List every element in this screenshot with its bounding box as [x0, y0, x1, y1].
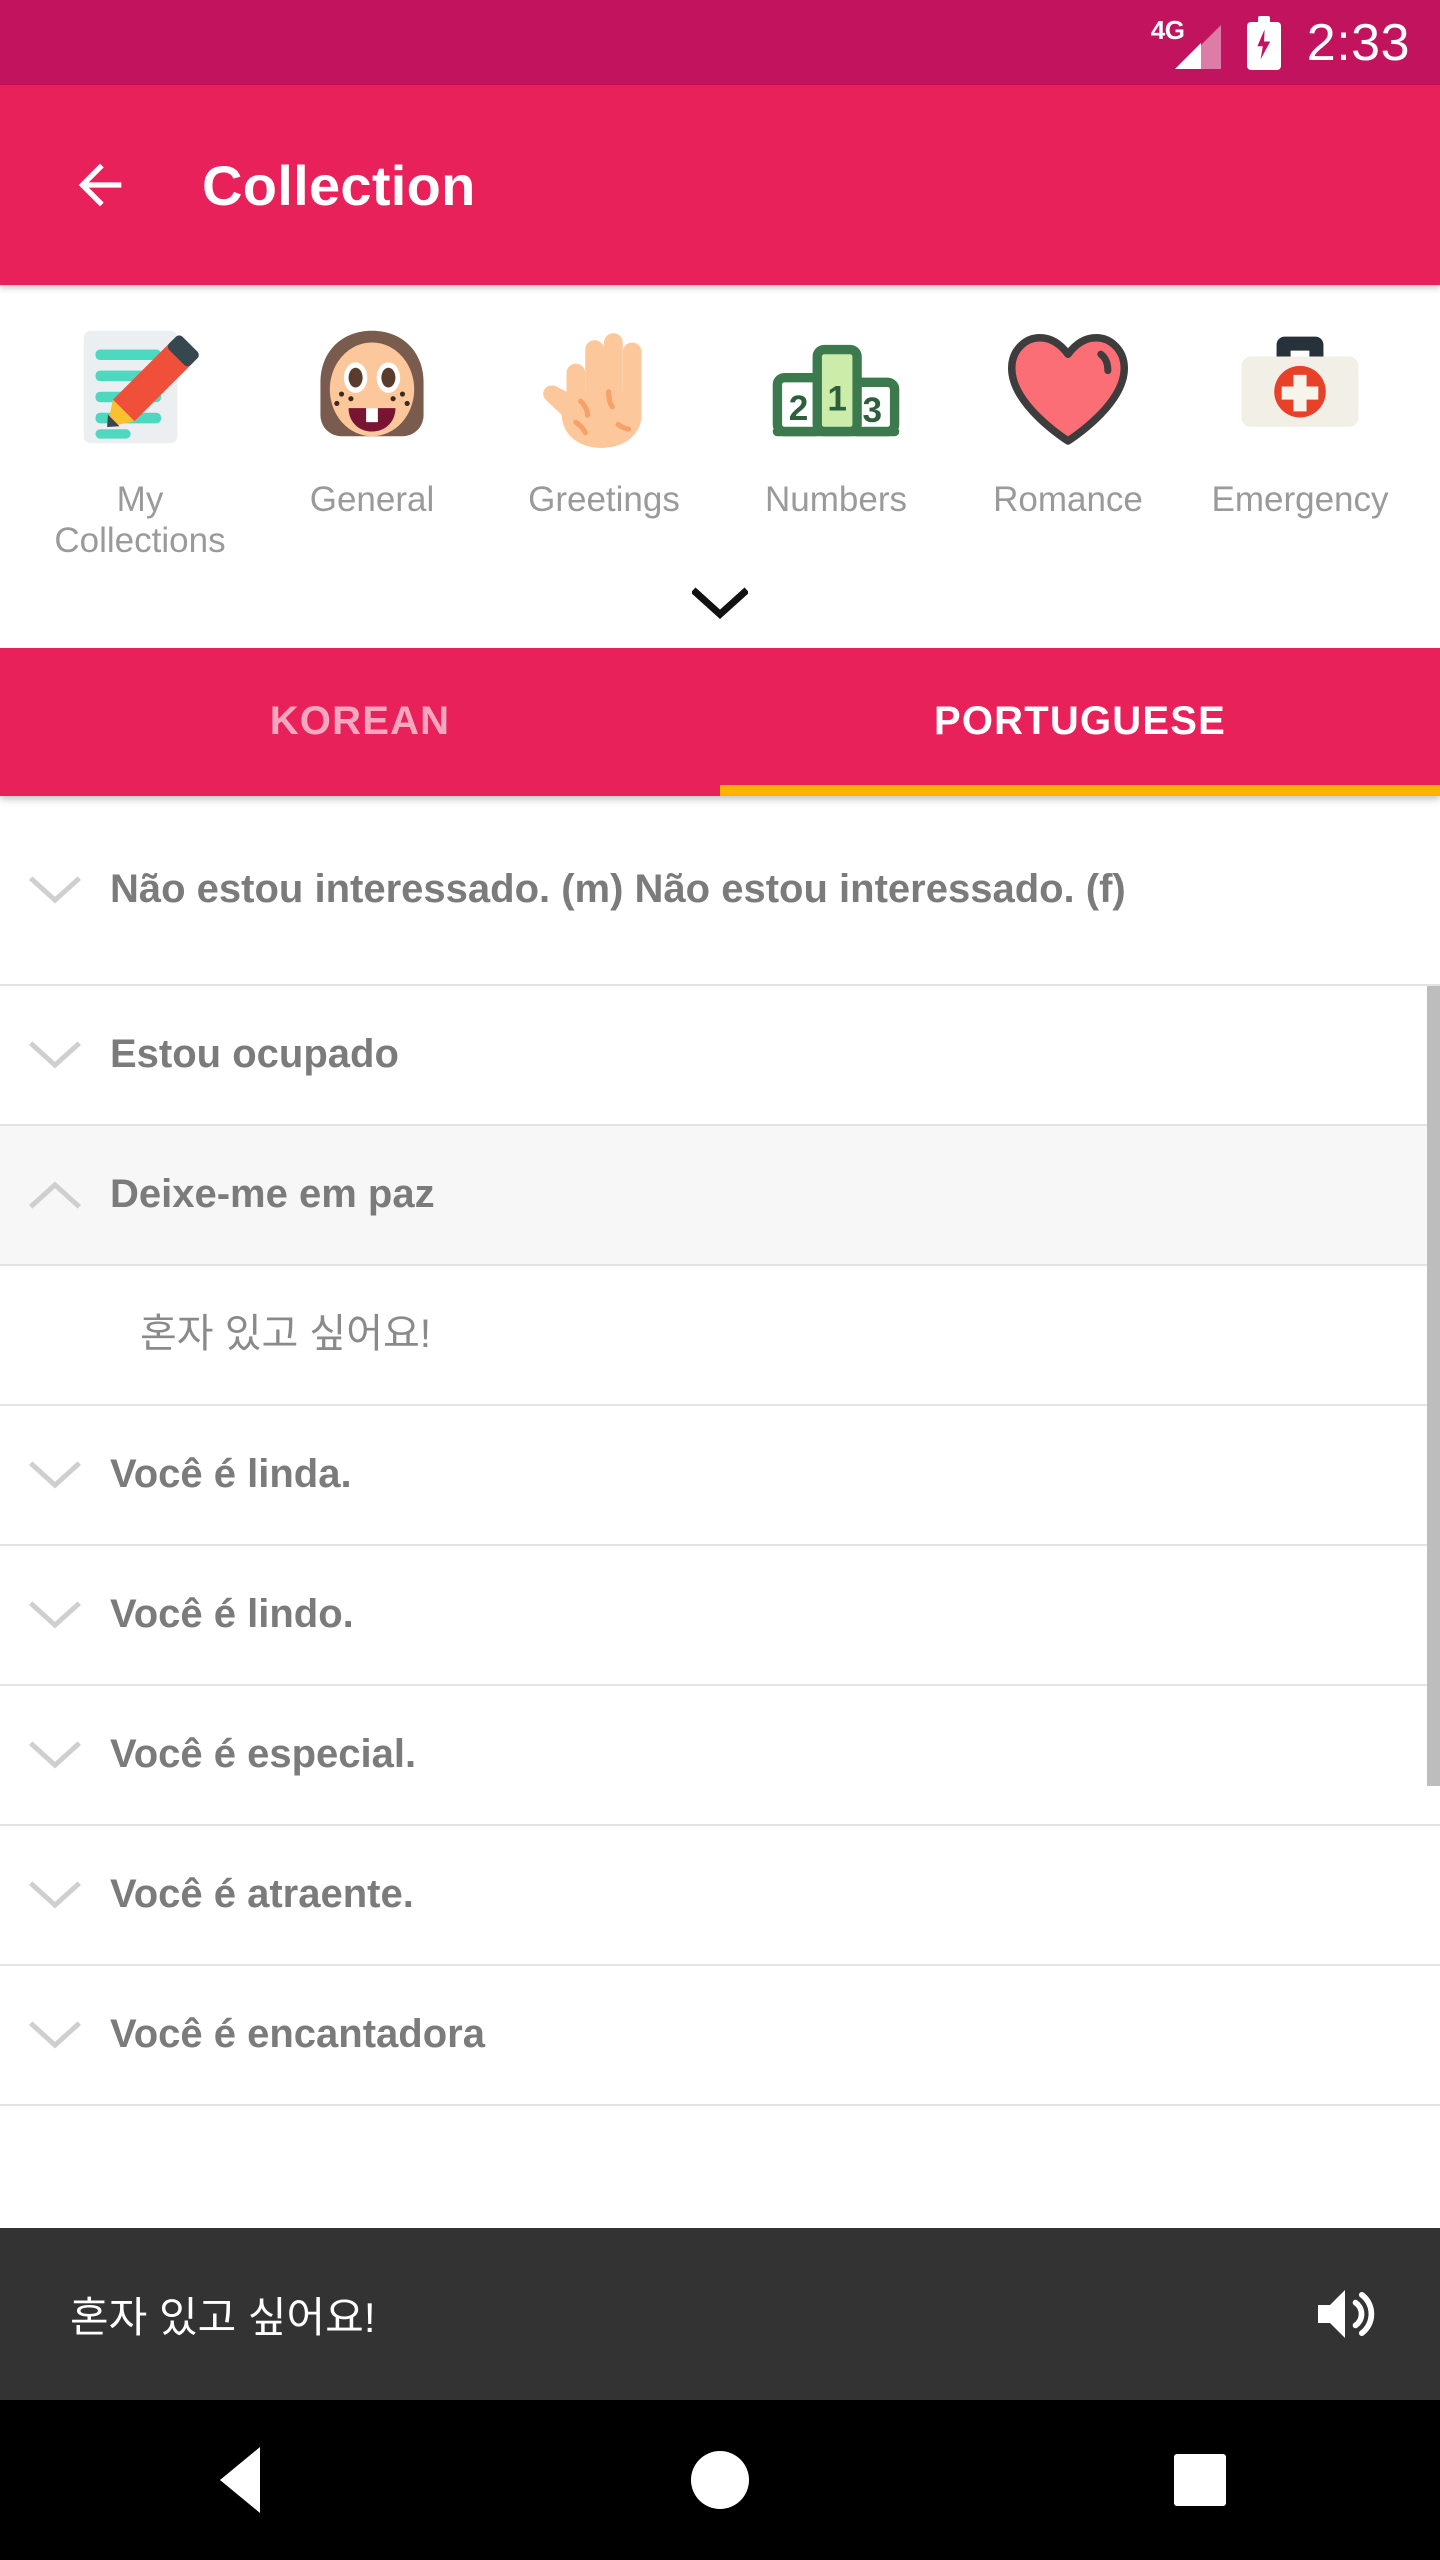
nav-back-button[interactable] — [165, 2430, 315, 2530]
category-label: My Collections — [54, 480, 226, 561]
category-strip: My Collections General Greetings 2 1 3 N… — [0, 285, 1440, 648]
tab-korean[interactable]: KOREAN — [0, 648, 720, 796]
category-romance[interactable]: Romance — [952, 307, 1184, 520]
phrase-row[interactable]: Você é especial. — [0, 1685, 1440, 1826]
phrase-text: Você é lindo. — [110, 1592, 354, 1636]
chevron-down-icon — [692, 587, 748, 619]
nav-recents-button[interactable] — [1125, 2430, 1275, 2530]
category-label: Greetings — [528, 480, 680, 519]
phrase-row-expanded[interactable]: Deixe-me em paz — [0, 1125, 1440, 1266]
expand-chevron[interactable] — [0, 2020, 110, 2050]
nav-home-button[interactable] — [645, 2430, 795, 2530]
chevron-up-icon — [29, 1181, 81, 1209]
phrase-row[interactable]: Estou ocupado — [0, 985, 1440, 1126]
expand-chevron[interactable] — [0, 1600, 110, 1630]
category-general[interactable]: General — [256, 307, 488, 520]
svg-text:1: 1 — [827, 379, 847, 418]
phrase-list-container[interactable]: Não estou interessado. (m) Não estou int… — [0, 795, 1440, 2228]
chevron-down-icon — [29, 875, 81, 904]
podium-123-icon: 2 1 3 — [756, 307, 916, 467]
chevron-down-icon — [29, 1880, 81, 1909]
battery-charging-icon — [1246, 15, 1281, 70]
category-my-collections[interactable]: My Collections — [24, 307, 256, 562]
phrase-text: Você é atraente. — [110, 1872, 414, 1916]
back-button[interactable] — [68, 153, 132, 217]
nav-back-triangle-icon — [220, 2447, 260, 2513]
girl-face-icon — [292, 307, 452, 467]
phrase-text: Você é encantadora — [110, 2012, 485, 2056]
tab-portuguese[interactable]: PORTUGUESE — [720, 648, 1440, 796]
tab-label: KOREAN — [269, 699, 451, 744]
signal-triangle-filled — [1174, 42, 1201, 69]
nav-recents-square-icon — [1174, 2454, 1226, 2506]
expand-chevron[interactable] — [0, 1040, 110, 1070]
category-label: Numbers — [765, 480, 907, 519]
volume-up-icon — [1318, 2290, 1375, 2338]
expand-chevron[interactable] — [0, 1740, 110, 1770]
phrase-list: Não estou interessado. (m) Não estou int… — [0, 795, 1440, 2228]
signal-bars-icon: 4G — [1149, 15, 1221, 69]
page-title: Collection — [202, 153, 476, 217]
tab-active-indicator — [720, 784, 1440, 796]
phrase-row[interactable]: Você é atraente. — [0, 1825, 1440, 1966]
category-label: Emergency — [1211, 480, 1389, 519]
phrase-translation-row: 혼자 있고 싶어요! — [0, 1265, 1440, 1406]
phrase-text: Você é linda. — [110, 1452, 352, 1496]
phrase-text: Estou ocupado — [110, 1032, 399, 1076]
expand-chevron[interactable] — [0, 875, 110, 905]
category-row: My Collections General Greetings 2 1 3 N… — [0, 307, 1440, 562]
expand-categories-button[interactable] — [680, 576, 760, 634]
collapse-chevron[interactable] — [0, 1180, 110, 1210]
playback-phrase-text: 혼자 있고 싶어요! — [70, 2293, 376, 2341]
status-bar: 4G 2:33 — [0, 0, 1440, 85]
chevron-down-icon — [29, 1740, 81, 1769]
tab-label: PORTUGUESE — [933, 699, 1227, 744]
language-tabs: KOREAN PORTUGUESE — [0, 647, 1440, 796]
chevron-down-icon — [29, 1600, 81, 1629]
arrow-left-icon — [78, 163, 122, 207]
category-emergency[interactable]: Emergency — [1184, 307, 1416, 520]
app-bar: Collection — [0, 85, 1440, 285]
speaker-button[interactable] — [1306, 2275, 1384, 2353]
list-scrollbar[interactable] — [1427, 985, 1440, 1786]
phrase-row[interactable]: Você é encantadora — [0, 1965, 1440, 2106]
expand-chevron[interactable] — [0, 1880, 110, 1910]
memo-pencil-icon — [60, 307, 220, 467]
expand-chevron[interactable] — [0, 1460, 110, 1490]
chevron-down-icon — [29, 1460, 81, 1489]
chevron-down-icon — [29, 2020, 81, 2049]
app-screen: 4G 2:33 Collection My Collections Genera… — [0, 0, 1440, 2560]
heart-icon — [988, 307, 1148, 467]
category-greetings[interactable]: Greetings — [488, 307, 720, 520]
status-clock: 2:33 — [1306, 13, 1410, 72]
svg-text:2: 2 — [789, 389, 809, 428]
phrase-row[interactable]: Você é lindo. — [0, 1545, 1440, 1686]
nav-home-circle-icon — [691, 2451, 749, 2509]
open-hand-icon — [524, 307, 684, 467]
translation-text: 혼자 있고 싶어요! — [140, 1312, 431, 1356]
first-aid-kit-icon — [1220, 307, 1380, 467]
svg-text:3: 3 — [863, 391, 883, 430]
phrase-text: Deixe-me em paz — [110, 1172, 435, 1216]
category-label: Romance — [993, 480, 1143, 519]
category-numbers[interactable]: 2 1 3 Numbers — [720, 307, 952, 520]
chevron-down-icon — [29, 1040, 81, 1069]
phrase-text: Você é especial. — [110, 1732, 417, 1776]
playback-bar: 혼자 있고 싶어요! — [0, 2228, 1440, 2400]
expand-categories-row — [0, 562, 1440, 648]
phrase-row[interactable]: Você é linda. — [0, 1405, 1440, 1546]
phrase-row[interactable]: Não estou interessado. (m) Não estou int… — [0, 795, 1440, 986]
android-nav-bar — [0, 2400, 1440, 2560]
phrase-text: Não estou interessado. (m) Não estou int… — [110, 867, 1126, 911]
category-label: General — [309, 480, 435, 519]
